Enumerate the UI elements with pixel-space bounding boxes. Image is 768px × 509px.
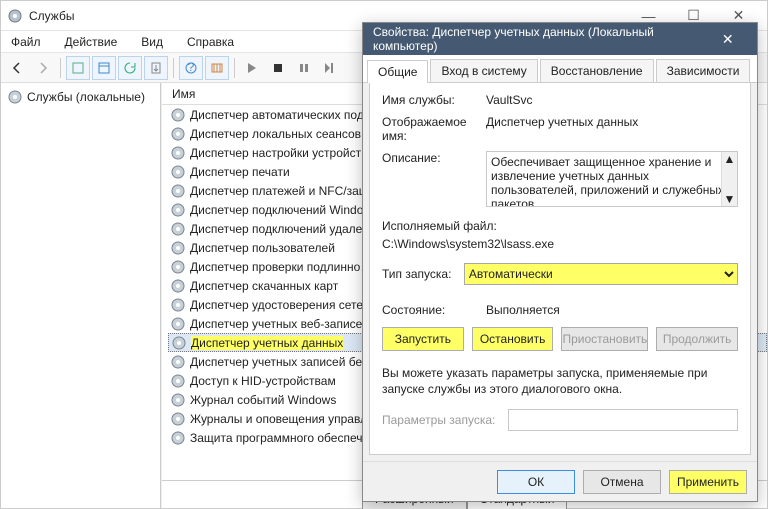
- list-item-label: Диспетчер автоматических под…: [190, 108, 376, 122]
- startup-select[interactable]: Автоматически: [464, 263, 738, 285]
- resume-button: Продолжить: [656, 327, 738, 351]
- list-item-label: Диспетчер пользователей: [190, 241, 335, 255]
- list-item-label: Диспетчер локальных сеансов: [190, 127, 361, 141]
- svg-text:?: ?: [188, 61, 195, 74]
- toolbar-button-1[interactable]: [66, 56, 90, 80]
- gear-icon: [171, 335, 187, 351]
- tree-root-label: Службы (локальные): [27, 90, 145, 104]
- toolbar-button-2[interactable]: [92, 56, 116, 80]
- list-item-label: Диспетчер учетных записей без…: [190, 355, 379, 369]
- start-button[interactable]: Запустить: [382, 327, 464, 351]
- dialog-tabs: Общие Вход в систему Восстановление Зави…: [363, 55, 757, 83]
- menu-file[interactable]: Файл: [7, 33, 45, 51]
- list-item-label: Диспетчер платежей и NFC/защ…: [190, 184, 381, 198]
- list-item-label: Диспетчер подключений удален…: [190, 222, 381, 236]
- gear-icon: [170, 278, 186, 294]
- list-item-label: Диспетчер учетных данных: [191, 336, 343, 350]
- gear-icon: [170, 430, 186, 446]
- restart-icon[interactable]: [318, 56, 342, 80]
- list-item-label: Диспетчер скачанных карт: [190, 279, 338, 293]
- tree-pane: Службы (локальные): [1, 83, 161, 508]
- value-service-name: VaultSvc: [486, 93, 738, 107]
- gear-icon: [170, 145, 186, 161]
- list-item-label: Доступ к HID-устройствам: [190, 374, 336, 388]
- help-button[interactable]: ?: [179, 56, 203, 80]
- list-item-label: Защита программного обеспеч…: [190, 431, 374, 445]
- label-params: Параметры запуска:: [382, 413, 500, 427]
- list-item-label: Диспетчер печати: [190, 165, 290, 179]
- gear-icon: [170, 392, 186, 408]
- tab-recovery[interactable]: Восстановление: [540, 59, 654, 82]
- properties-dialog: Свойства: Диспетчер учетных данных (Лока…: [362, 22, 758, 502]
- start-icon[interactable]: [240, 56, 264, 80]
- gear-icon: [170, 202, 186, 218]
- dialog-titlebar: Свойства: Диспетчер учетных данных (Лока…: [363, 23, 757, 55]
- label-description: Описание:: [382, 151, 478, 165]
- dialog-footer: ОК Отмена Применить: [363, 461, 757, 501]
- forward-button[interactable]: [31, 56, 55, 80]
- toolbar-button-6[interactable]: [205, 56, 229, 80]
- cancel-button[interactable]: Отмена: [583, 470, 661, 494]
- tree-root[interactable]: Службы (локальные): [5, 87, 156, 107]
- label-exe: Исполняемый файл:: [382, 219, 738, 233]
- menu-action[interactable]: Действие: [61, 33, 122, 51]
- list-item-label: Диспетчер учетных веб-записе…: [190, 317, 374, 331]
- ok-button[interactable]: ОК: [497, 470, 575, 494]
- scrollbar[interactable]: ▲▼: [721, 152, 737, 206]
- dialog-body: Имя службы: VaultSvc Отображаемое имя: Д…: [369, 83, 751, 455]
- tab-logon[interactable]: Вход в систему: [430, 59, 537, 82]
- dialog-title: Свойства: Диспетчер учетных данных (Лока…: [373, 25, 709, 53]
- tab-dependencies[interactable]: Зависимости: [656, 59, 751, 82]
- menu-help[interactable]: Справка: [183, 33, 238, 51]
- gear-icon: [170, 411, 186, 427]
- tab-general[interactable]: Общие: [367, 60, 428, 83]
- window-title: Службы: [29, 9, 74, 23]
- label-display-name: Отображаемое имя:: [382, 115, 478, 143]
- gear-icon: [170, 316, 186, 332]
- gear-icon: [170, 164, 186, 180]
- pause-button: Приостановить: [561, 327, 648, 351]
- gear-icon: [170, 183, 186, 199]
- gear-icon: [170, 107, 186, 123]
- gear-icon: [170, 259, 186, 275]
- control-buttons: Запустить Остановить Приостановить Продо…: [382, 327, 738, 351]
- menu-view[interactable]: Вид: [137, 33, 167, 51]
- list-item-label: Диспетчер настройки устройст…: [190, 146, 373, 160]
- gear-icon: [170, 240, 186, 256]
- label-startup: Тип запуска:: [382, 267, 456, 281]
- stop-icon[interactable]: [266, 56, 290, 80]
- gear-icon: [170, 354, 186, 370]
- list-item-label: Диспетчер проверки подлинно…: [190, 260, 372, 274]
- list-item-label: Журналы и оповещения управле…: [190, 412, 386, 426]
- startup-note: Вы можете указать параметры запуска, при…: [382, 365, 738, 397]
- label-state: Состояние:: [382, 303, 478, 317]
- gear-icon: [7, 89, 23, 105]
- gear-icon: [170, 373, 186, 389]
- gear-icon: [170, 221, 186, 237]
- export-button[interactable]: [144, 56, 168, 80]
- gear-icon: [7, 8, 23, 24]
- params-input[interactable]: [508, 409, 738, 431]
- value-description: Обеспечивает защищенное хранение и извле…: [491, 155, 724, 207]
- list-item-label: Журнал событий Windows: [190, 393, 336, 407]
- gear-icon: [170, 297, 186, 313]
- back-button[interactable]: [5, 56, 29, 80]
- value-exe: C:\Windows\system32\lsass.exe: [382, 237, 738, 251]
- pause-icon[interactable]: [292, 56, 316, 80]
- apply-button[interactable]: Применить: [669, 470, 747, 494]
- value-display-name: Диспетчер учетных данных: [486, 115, 738, 129]
- dialog-close-button[interactable]: ✕: [709, 31, 747, 48]
- label-service-name: Имя службы:: [382, 93, 478, 107]
- description-box[interactable]: Обеспечивает защищенное хранение и извле…: [486, 151, 738, 207]
- list-item-label: Диспетчер подключений Windo…: [190, 203, 375, 217]
- gear-icon: [170, 126, 186, 142]
- refresh-button[interactable]: [118, 56, 142, 80]
- stop-button[interactable]: Остановить: [472, 327, 554, 351]
- list-item-label: Диспетчер удостоверения сетев…: [190, 298, 381, 312]
- value-state: Выполняется: [486, 303, 738, 317]
